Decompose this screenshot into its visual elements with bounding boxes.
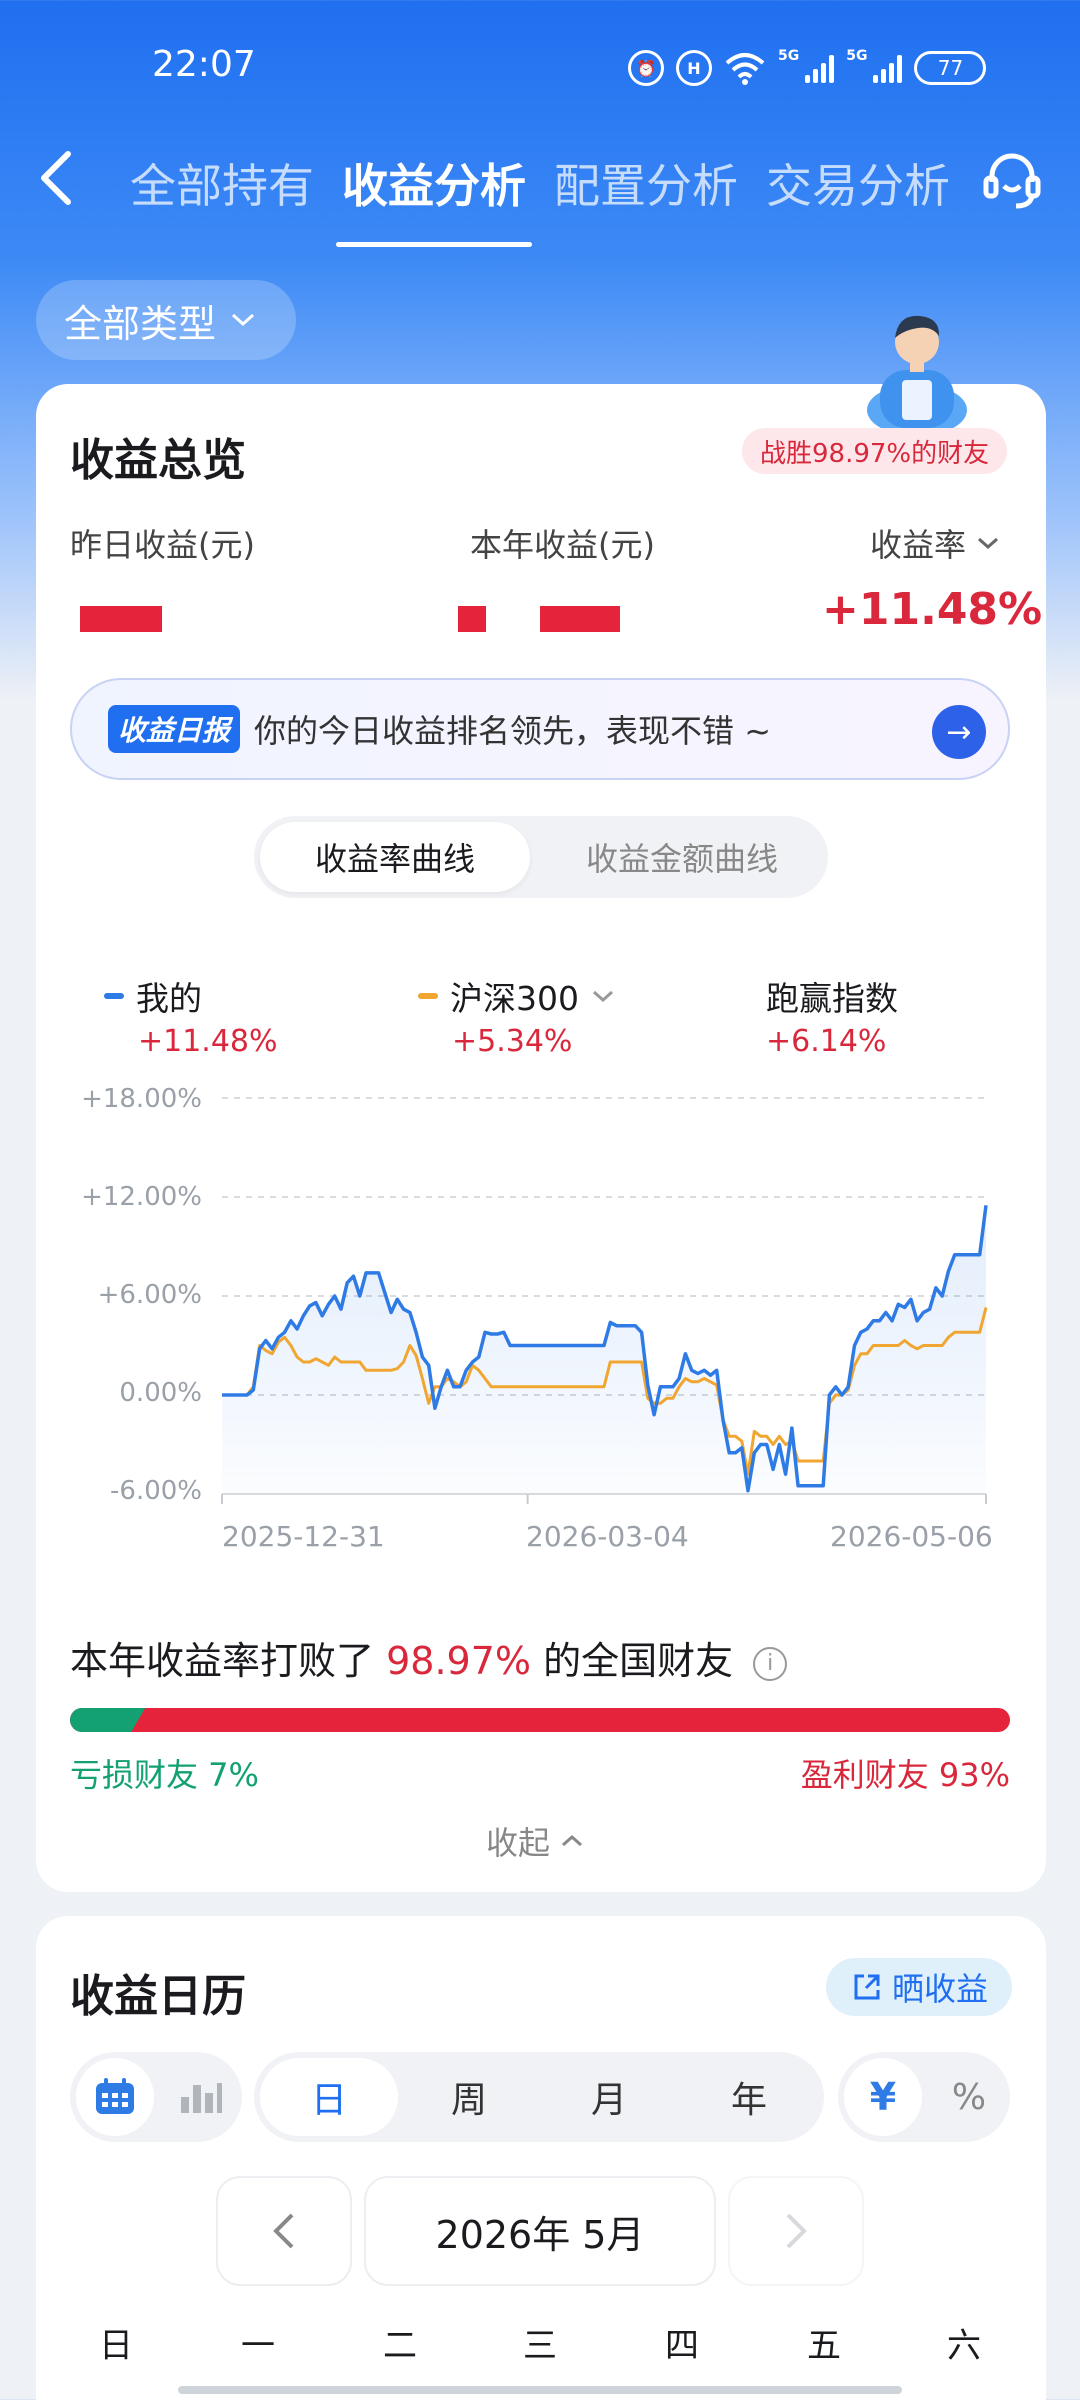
profit-rate-chart <box>221 1097 988 1504</box>
collapse-button[interactable]: 收起 <box>486 1818 584 1864</box>
loss-label: 亏损财友 7% <box>70 1756 259 1794</box>
weekday-label: 一 <box>241 2326 275 2366</box>
win-loss-bar <box>70 1708 1010 1732</box>
calendar-view-button[interactable] <box>76 2058 154 2136</box>
loss-segment <box>70 1708 145 1732</box>
next-month-button[interactable] <box>728 2176 864 2286</box>
calendar-icon <box>96 2078 134 2114</box>
bar-view-button[interactable] <box>162 2058 240 2136</box>
period-toggle: 日 周 月 年 <box>254 2052 824 2142</box>
weekday-label: 四 <box>665 2326 699 2366</box>
collapse-label: 收起 <box>486 1824 551 1862</box>
period-month[interactable]: 月 <box>540 2058 678 2136</box>
info-icon[interactable]: i <box>753 1646 788 1681</box>
period-day[interactable]: 日 <box>260 2058 398 2136</box>
share-profit-button[interactable]: 晒收益 <box>826 1958 1012 2016</box>
month-label: 2026年 5月 <box>435 2212 645 2257</box>
beat-summary: 本年收益率打败了 98.97% 的全国财友 i <box>70 1630 788 1685</box>
unit-percent[interactable]: % <box>930 2058 1008 2136</box>
x-tick-label: 2026-03-04 <box>526 1520 689 1553</box>
bar-chart-icon <box>181 2083 222 2113</box>
share-label: 晒收益 <box>891 1970 988 2008</box>
chevron-left-icon <box>273 2213 294 2249</box>
period-week[interactable]: 周 <box>400 2058 538 2136</box>
period-year[interactable]: 年 <box>680 2058 818 2136</box>
beat-percent: 98.97% <box>386 1639 532 1683</box>
weekday-label: 日 <box>99 2326 133 2366</box>
chevron-up-icon <box>562 1834 583 1847</box>
share-icon <box>854 1974 880 2000</box>
beat-suffix: 的全国财友 <box>543 1639 734 1683</box>
x-tick-label: 2026-05-06 <box>830 1520 993 1553</box>
gain-label: 盈利财友 93% <box>800 1756 1010 1794</box>
view-mode-toggle <box>70 2052 242 2142</box>
scroll-indicator <box>178 2386 902 2394</box>
x-tick-label: 2025-12-31 <box>222 1520 385 1553</box>
chevron-right-icon <box>786 2213 807 2249</box>
month-selector[interactable]: 2026年 5月 <box>364 2176 716 2286</box>
weekday-label: 二 <box>383 2326 417 2366</box>
unit-currency[interactable]: ¥ <box>844 2058 922 2136</box>
weekday-label: 五 <box>807 2326 841 2366</box>
unit-toggle: ¥ % <box>838 2052 1010 2142</box>
prev-month-button[interactable] <box>216 2176 352 2286</box>
calendar-title: 收益日历 <box>70 1971 246 2022</box>
beat-prefix: 本年收益率打败了 <box>70 1639 375 1683</box>
weekday-label: 六 <box>947 2326 981 2366</box>
weekday-label: 三 <box>523 2326 557 2366</box>
